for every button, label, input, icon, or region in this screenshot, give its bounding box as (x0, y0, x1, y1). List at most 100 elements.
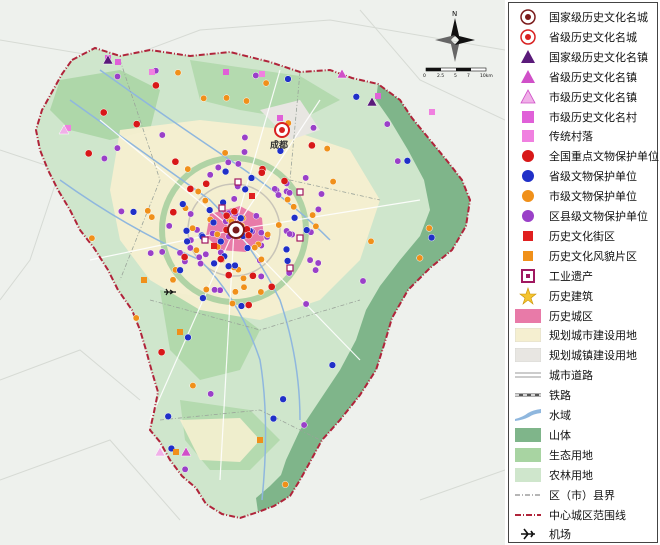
national-relic-marker[interactable] (244, 231, 253, 240)
provincial-relic-marker[interactable] (221, 167, 230, 176)
municipal-relic-marker[interactable] (144, 207, 152, 215)
district-relic-marker[interactable] (318, 190, 325, 198)
historic-area-marker[interactable] (223, 69, 229, 75)
municipal-relic-marker[interactable] (312, 222, 320, 230)
provincial-relic-marker[interactable] (217, 237, 225, 246)
district-relic-marker[interactable] (147, 249, 155, 257)
municipal-relic-marker[interactable] (148, 213, 156, 221)
national-relic-marker[interactable] (244, 301, 253, 309)
national-relic-marker[interactable] (280, 177, 289, 185)
municipal-relic-marker[interactable] (192, 246, 200, 254)
national-relic-marker[interactable] (171, 157, 180, 166)
historic-area-marker[interactable] (141, 277, 147, 283)
municipal-relic-marker[interactable] (262, 79, 270, 87)
district-relic-marker[interactable] (117, 207, 125, 215)
historic-area-marker[interactable] (277, 115, 283, 121)
district-relic-marker[interactable] (257, 272, 265, 280)
provincial-relic-marker[interactable] (283, 257, 292, 265)
historic-area-marker[interactable] (429, 109, 435, 115)
provincial-relic-marker[interactable] (303, 226, 311, 234)
municipal-relic-marker[interactable] (201, 197, 209, 205)
provincial-relic-marker[interactable] (269, 414, 278, 423)
provincial-relic-marker[interactable] (199, 294, 207, 302)
district-relic-marker[interactable] (165, 222, 173, 230)
municipal-relic-marker[interactable] (184, 165, 192, 173)
industrial-heritage-marker[interactable] (296, 234, 304, 242)
district-relic-marker[interactable] (306, 256, 314, 264)
historic-area-marker[interactable] (173, 449, 179, 455)
municipal-relic-marker[interactable] (132, 314, 140, 322)
provincial-relic-marker[interactable] (176, 266, 184, 274)
municipal-relic-marker[interactable] (88, 234, 96, 242)
municipal-relic-marker[interactable] (309, 211, 317, 219)
provincial-relic-marker[interactable] (209, 218, 218, 227)
provincial-relic-marker[interactable] (129, 208, 138, 216)
municipal-relic-marker[interactable] (189, 382, 197, 390)
provincial-relic-marker[interactable] (279, 395, 287, 403)
district-relic-marker[interactable] (197, 260, 205, 268)
provincial-historic-city-marker[interactable] (274, 122, 290, 138)
district-relic-marker[interactable] (158, 131, 166, 139)
municipal-relic-marker[interactable] (169, 276, 177, 284)
municipal-relic-marker[interactable] (231, 288, 239, 296)
provincial-relic-marker[interactable] (237, 214, 245, 222)
historic-area-marker[interactable] (375, 93, 381, 99)
national-relic-marker[interactable] (249, 271, 257, 280)
national-relic-marker[interactable] (224, 271, 233, 279)
provincial-relic-marker[interactable] (284, 75, 292, 83)
district-relic-marker[interactable] (241, 148, 248, 156)
district-relic-marker[interactable] (224, 158, 232, 166)
municipal-relic-marker[interactable] (251, 244, 259, 251)
national-relic-marker[interactable] (99, 108, 108, 117)
district-relic-marker[interactable] (181, 465, 189, 473)
heritage-map[interactable]: 成都 N 0 2.5 5 7 10km (0, 0, 505, 545)
provincial-relic-marker[interactable] (237, 302, 246, 310)
municipal-relic-marker[interactable] (194, 188, 202, 195)
historic-area-marker[interactable] (259, 71, 265, 77)
district-relic-marker[interactable] (186, 244, 194, 252)
provincial-relic-marker[interactable] (206, 206, 214, 214)
national-relic-marker[interactable] (202, 179, 211, 188)
municipal-relic-marker[interactable] (290, 203, 298, 211)
national-relic-marker[interactable] (216, 255, 225, 263)
district-relic-marker[interactable] (310, 124, 317, 132)
municipal-relic-marker[interactable] (223, 94, 230, 102)
municipal-relic-marker[interactable] (367, 237, 375, 245)
district-relic-marker[interactable] (257, 229, 265, 237)
national-historic-city-marker[interactable] (227, 221, 245, 239)
historic-area-marker[interactable] (177, 329, 183, 335)
provincial-relic-marker[interactable] (352, 93, 360, 101)
district-relic-marker[interactable] (252, 212, 260, 220)
district-relic-marker[interactable] (302, 300, 310, 308)
map-canvas[interactable]: 成都 N 0 2.5 5 7 10km (0, 0, 505, 545)
district-relic-marker[interactable] (271, 185, 279, 193)
provincial-relic-marker[interactable] (282, 245, 291, 254)
municipal-relic-marker[interactable] (425, 224, 433, 232)
historic-area-marker[interactable] (115, 59, 121, 65)
industrial-heritage-marker[interactable] (296, 188, 304, 196)
national-relic-marker[interactable] (230, 207, 239, 216)
district-relic-marker[interactable] (275, 191, 282, 199)
national-relic-marker[interactable] (180, 253, 189, 261)
historic-area-marker[interactable] (257, 437, 263, 443)
provincial-relic-marker[interactable] (231, 261, 239, 270)
district-relic-marker[interactable] (314, 259, 322, 267)
district-relic-marker[interactable] (383, 120, 391, 128)
district-relic-marker[interactable] (394, 157, 402, 165)
provincial-relic-marker[interactable] (179, 200, 187, 208)
national-relic-marker[interactable] (186, 185, 195, 193)
municipal-relic-marker[interactable] (189, 224, 197, 232)
historic-area-marker[interactable] (249, 193, 255, 199)
district-relic-marker[interactable] (286, 189, 294, 197)
district-relic-marker[interactable] (206, 171, 214, 179)
historic-area-marker[interactable] (149, 69, 155, 75)
district-relic-marker[interactable] (359, 277, 367, 285)
district-relic-marker[interactable] (114, 73, 121, 80)
provincial-relic-marker[interactable] (210, 259, 218, 268)
industrial-heritage-marker[interactable] (286, 264, 294, 272)
district-relic-marker[interactable] (207, 390, 215, 398)
provincial-relic-marker[interactable] (182, 227, 191, 235)
national-relic-marker[interactable] (152, 81, 160, 90)
municipal-relic-marker[interactable] (240, 283, 248, 291)
provincial-relic-marker[interactable] (243, 244, 252, 252)
